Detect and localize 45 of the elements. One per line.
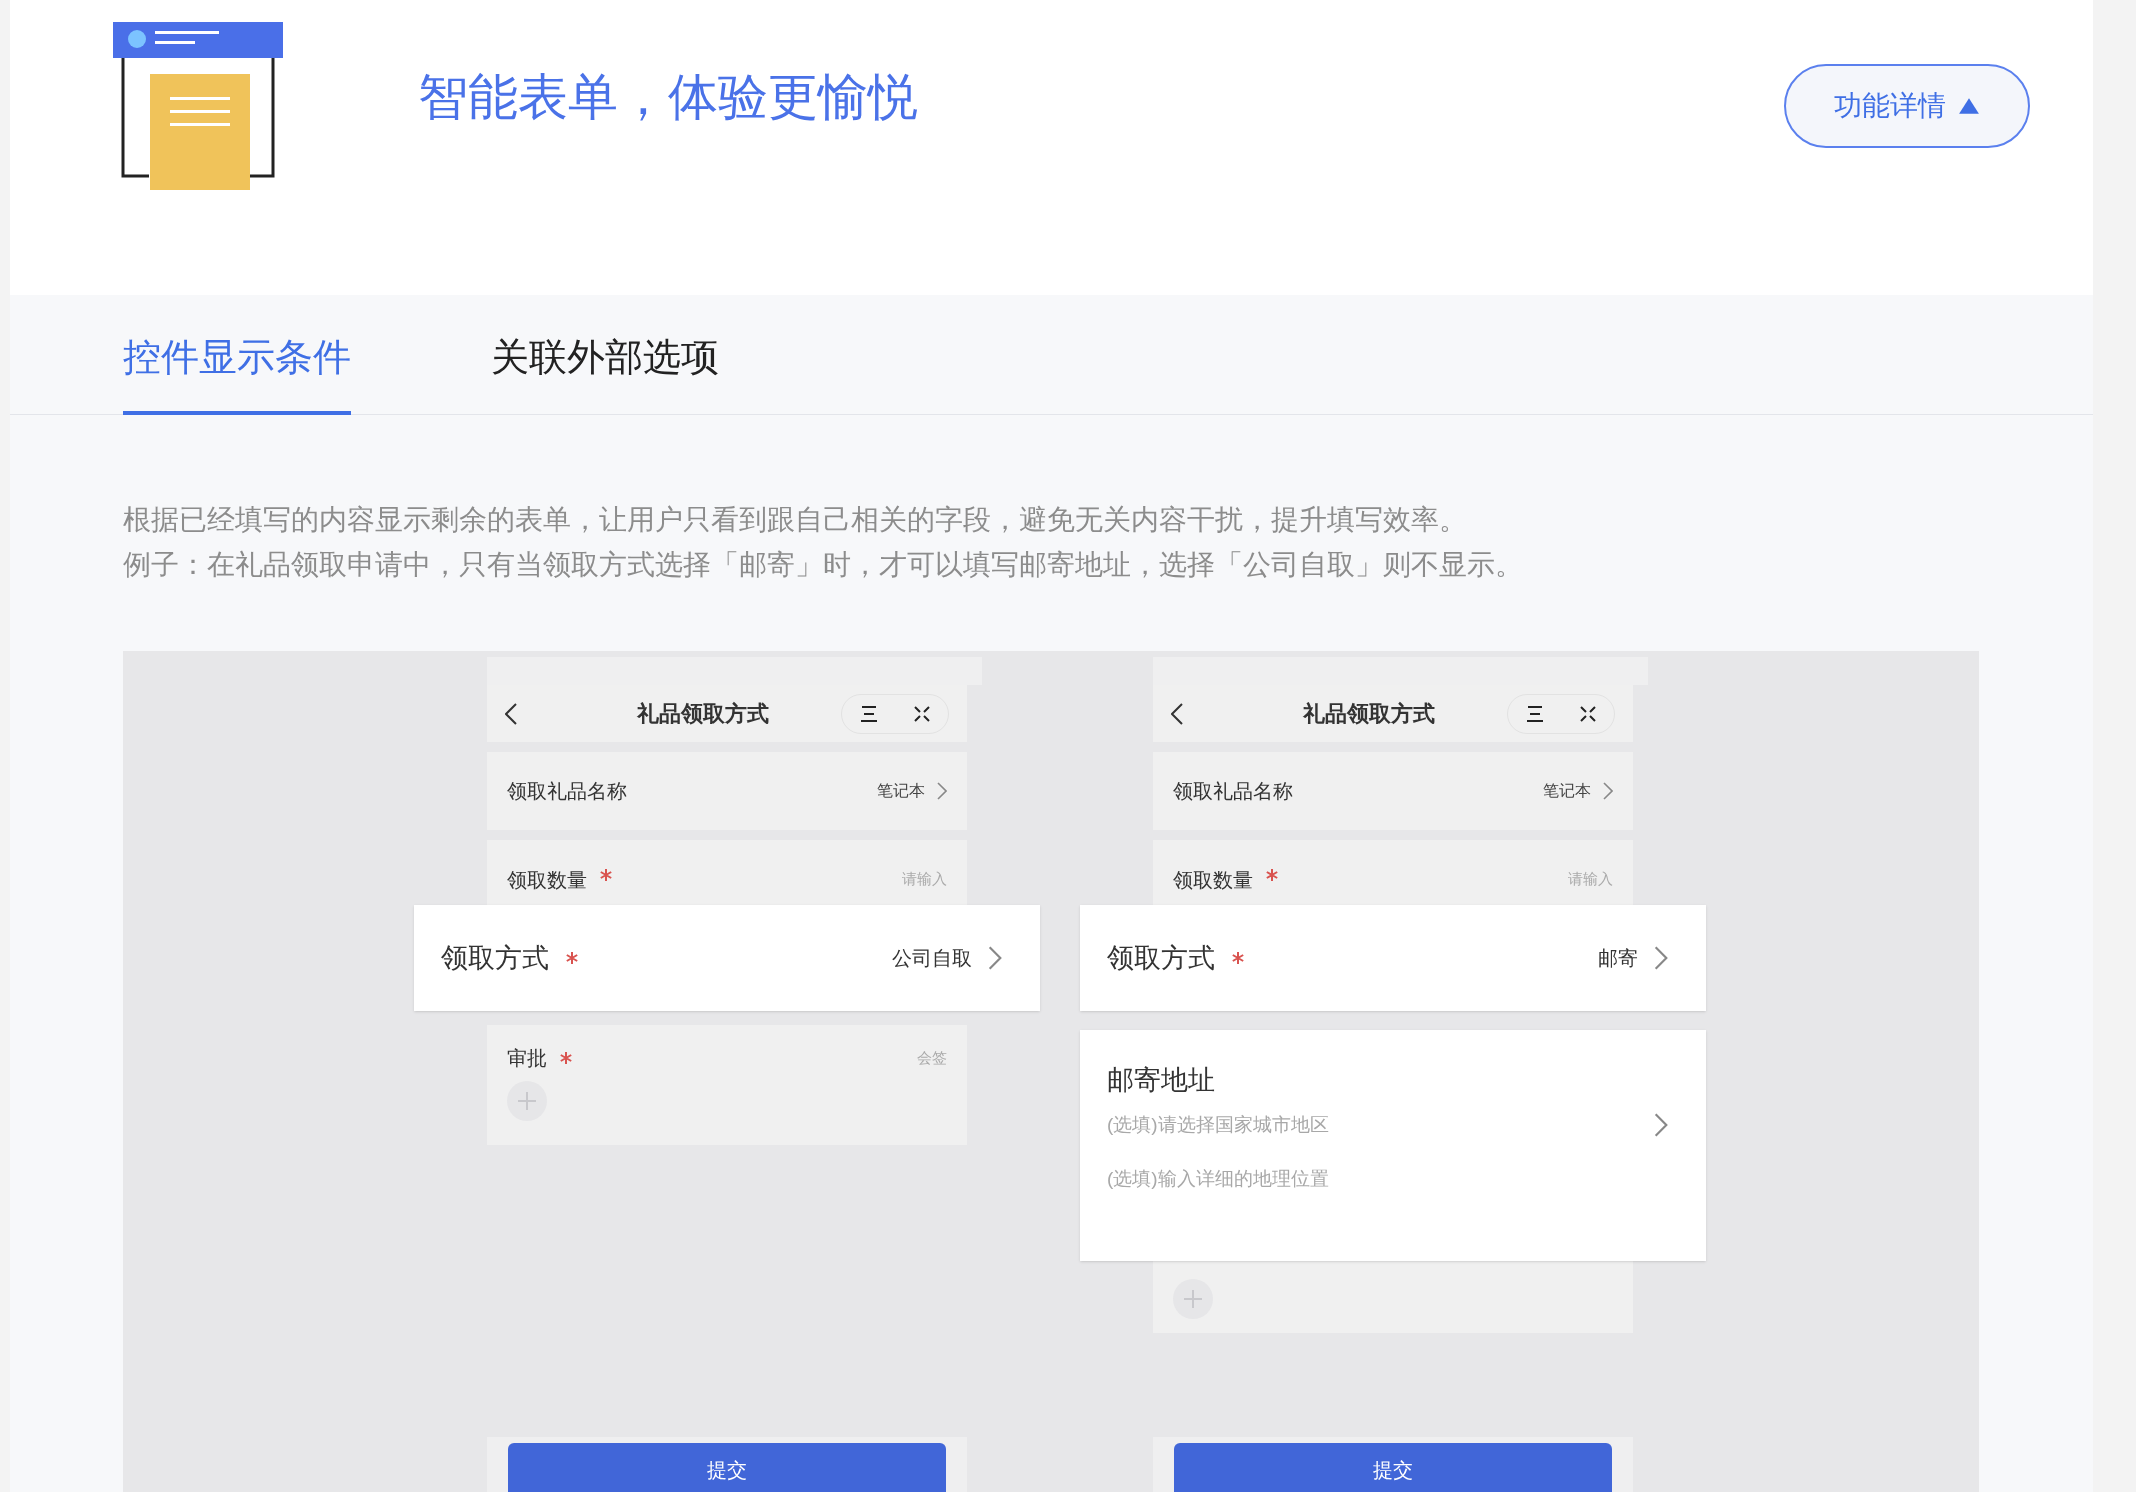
input-field[interactable]: 请输入	[1543, 868, 1613, 891]
field-value: 笔记本	[877, 781, 925, 801]
highlighted-field[interactable]: 领取方式 公司自取	[414, 905, 1040, 1011]
field-label: 邮寄地址	[1107, 1064, 1215, 1097]
field-label: 领取礼品名称	[1173, 779, 1293, 804]
form-icon	[113, 22, 283, 192]
field-value: 公司自取	[892, 946, 972, 971]
chevron-right-icon	[1654, 1112, 1668, 1137]
add-circle-icon	[1173, 1279, 1213, 1319]
field-value: 邮寄	[1598, 946, 1638, 971]
form-row[interactable]: 领取礼品名称 笔记本	[1153, 752, 1633, 830]
description-text: 根据已经填写的内容显示剩余的表单，让用户只看到跟自己相关的字段，避免无关内容干扰，提升填写效率。	[123, 503, 1468, 537]
highlighted-field[interactable]: 领取方式 邮寄	[1080, 905, 1706, 1011]
chevron-right-icon	[1654, 946, 1668, 970]
nav-title: 礼品领取方式	[637, 700, 769, 728]
description-text: 例子：在礼品领取申请中，只有当领取方式选择「邮寄」时，才可以填写邮寄地址，选择「公司自取」则不显示。	[123, 548, 1524, 582]
field-label: 领取方式	[1107, 941, 1215, 975]
page-title: 智能表单，体验更愉悦	[418, 68, 918, 127]
nav-title: 礼品领取方式	[1303, 700, 1435, 728]
chevron-right-icon	[988, 946, 1002, 970]
field-value: 笔记本	[1543, 781, 1591, 801]
field-label: 领取礼品名称	[507, 779, 627, 804]
chevron-right-icon	[1603, 782, 1613, 800]
field-value: 会签	[917, 1047, 947, 1068]
submit-button[interactable]: 提交	[508, 1443, 946, 1492]
form-row[interactable]: 领取礼品名称 笔记本	[487, 752, 967, 830]
input-field[interactable]: 请输入	[877, 868, 947, 891]
details-button[interactable]: 功能详情	[1784, 64, 2030, 148]
tab[interactable]: 控件显示条件	[123, 295, 351, 415]
menu-icon	[1525, 704, 1544, 723]
field-label: 领取方式	[441, 941, 549, 975]
input-field[interactable]: (选填)输入详细的地理位置	[1107, 1162, 1427, 1195]
close-icon	[912, 704, 931, 723]
field-label: 审批	[507, 1046, 547, 1071]
add-circle-icon	[507, 1081, 547, 1121]
tab[interactable]: 关联外部选项	[491, 295, 719, 415]
submit-button[interactable]: 提交	[1174, 1443, 1612, 1492]
field-label: 领取数量	[1173, 868, 1253, 892]
back-icon	[1171, 702, 1183, 725]
back-icon	[505, 702, 517, 725]
input-field[interactable]: (选填)请选择国家城市地区	[1107, 1108, 1427, 1141]
close-icon	[1578, 704, 1597, 723]
chevron-right-icon	[937, 782, 947, 800]
menu-icon	[859, 704, 878, 723]
field-label: 领取数量	[507, 868, 587, 892]
